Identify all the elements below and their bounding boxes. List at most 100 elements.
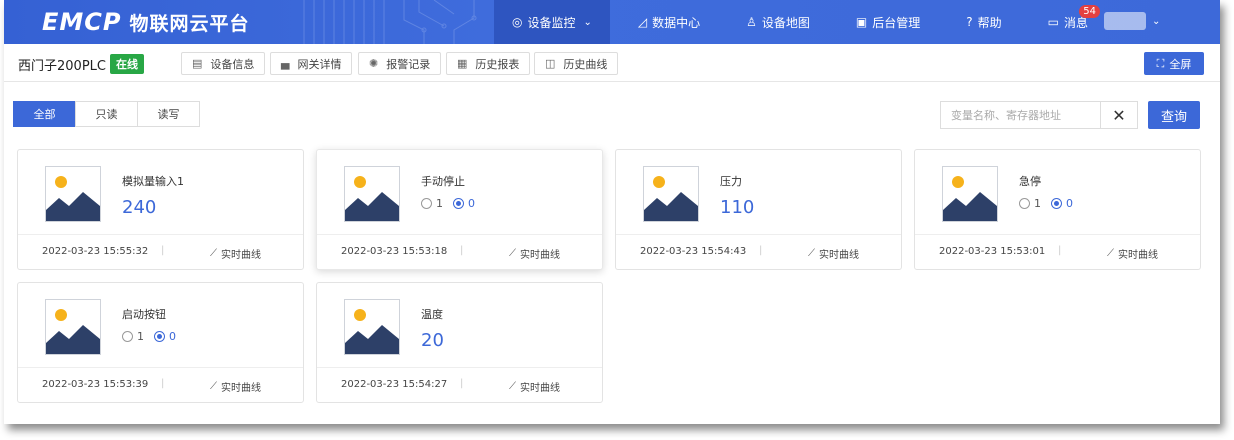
- sub-button-label: 历史报表: [475, 57, 520, 71]
- close-icon: ✕: [1112, 105, 1126, 125]
- sub-button-0[interactable]: ▤ 设备信息: [181, 52, 266, 75]
- nav-item-4[interactable]: ? 帮助: [948, 0, 1019, 44]
- nav-item-2[interactable]: ♙ 设备地图: [728, 0, 828, 44]
- sub-button-2[interactable]: ✺ 报警记录: [358, 52, 442, 75]
- line-chart-icon: ⟋: [509, 381, 516, 392]
- device-name: 西门子200PLC: [18, 59, 106, 74]
- realtime-curve-label: 实时曲线: [520, 383, 560, 394]
- radio-option[interactable]: 1: [1019, 197, 1041, 210]
- nav-item-1[interactable]: ◿ 数据中心: [620, 0, 718, 44]
- radio-label: 0: [169, 330, 176, 343]
- timestamp: 2022-03-23 15:54:43: [640, 246, 747, 257]
- variable-card[interactable]: 压力 110 2022-03-23 15:54:43 | ⟋ 实时曲线: [615, 149, 902, 270]
- nav-item-0[interactable]: ◎ 设备监控 ⌄: [494, 0, 610, 44]
- sub-button-label: 历史曲线: [563, 57, 608, 71]
- radio-label: 0: [468, 197, 475, 210]
- fullscreen-label: 全屏: [1169, 57, 1192, 71]
- variable-name: 压力: [720, 175, 742, 188]
- clear-button[interactable]: ✕: [1100, 101, 1138, 129]
- sub-button-label: 网关详情: [297, 57, 342, 71]
- realtime-curve-link[interactable]: ⟋ 实时曲线: [1107, 246, 1158, 261]
- divider: |: [460, 245, 464, 256]
- switch-radio-group: 10: [1019, 197, 1083, 210]
- variable-card[interactable]: 手动停止 1 0 2022-03-23 15:53:18 | ⟋ 实时曲线: [316, 149, 603, 270]
- timestamp: 2022-03-23 15:53:39: [42, 379, 149, 390]
- variable-name: 手动停止: [421, 175, 465, 188]
- timestamp: 2022-03-23 15:55:32: [42, 246, 149, 257]
- circuit-decoration: [303, 0, 477, 44]
- status-badge: 在线: [110, 54, 144, 74]
- image-placeholder-icon: [45, 166, 101, 222]
- realtime-curve-link[interactable]: ⟋ 实时曲线: [210, 246, 261, 261]
- switch-radio-group: 10: [122, 330, 186, 343]
- filter-tab-2[interactable]: 读写: [137, 101, 200, 127]
- platform-name: 物联网云平台: [129, 12, 250, 35]
- image-placeholder-icon: [643, 166, 699, 222]
- radio-option[interactable]: 0: [154, 330, 176, 343]
- realtime-curve-link[interactable]: ⟋ 实时曲线: [509, 379, 560, 394]
- line-chart-icon: ⟋: [210, 381, 217, 392]
- card-footer: 2022-03-23 15:53:18 | ⟋ 实时曲线: [317, 234, 602, 269]
- variable-card[interactable]: 模拟量输入1 240 2022-03-23 15:55:32 | ⟋ 实时曲线: [17, 149, 304, 270]
- fullscreen-button[interactable]: ⛶ 全屏: [1144, 52, 1204, 75]
- divider: |: [161, 245, 165, 256]
- nav-menu: ◎ 设备监控 ⌄ ◿ 数据中心 ♙ 设备地图 ▣ 后台管理? 帮助 ▭ 消息 54: [494, 0, 1106, 44]
- card-footer: 2022-03-23 15:54:27 | ⟋ 实时曲线: [317, 367, 602, 402]
- search-input[interactable]: [940, 101, 1100, 129]
- chevron-down-icon: ⌄: [1152, 15, 1161, 27]
- person-pin-icon: ♙: [746, 15, 757, 29]
- radio-label: 1: [436, 197, 443, 210]
- line-chart-icon: ⟋: [509, 248, 516, 259]
- variable-name: 模拟量输入1: [122, 175, 184, 188]
- divider: |: [161, 378, 165, 389]
- realtime-curve-label: 实时曲线: [520, 250, 560, 261]
- variable-value: 20: [421, 330, 444, 351]
- expand-icon: ⛶: [1156, 56, 1165, 70]
- realtime-curve-label: 实时曲线: [221, 250, 261, 261]
- realtime-curve-link[interactable]: ⟋ 实时曲线: [210, 379, 261, 394]
- timestamp: 2022-03-23 15:53:18: [341, 246, 448, 257]
- image-placeholder-icon: [942, 166, 998, 222]
- sub-button-label: 报警记录: [386, 57, 431, 71]
- line-chart-icon: ⟋: [1107, 248, 1114, 259]
- variable-card[interactable]: 急停 1 0 2022-03-23 15:53:01 | ⟋ 实时曲线: [914, 149, 1201, 270]
- radio-circle-icon: [421, 198, 432, 209]
- line-chart-icon: ⟋: [808, 248, 815, 259]
- logo[interactable]: EMCP 物联网云平台: [42, 8, 250, 36]
- message-count-badge: 54: [1079, 5, 1101, 18]
- radio-option[interactable]: 1: [122, 330, 144, 343]
- filter-tabs: 全部 只读 读写: [13, 101, 200, 127]
- message-icon: ▭: [1047, 15, 1060, 29]
- sub-button-1[interactable]: ▄ 网关详情: [270, 52, 353, 75]
- divider: |: [460, 378, 464, 389]
- image-placeholder-icon: [344, 299, 400, 355]
- sub-button-4[interactable]: ◫ 历史曲线: [534, 52, 619, 75]
- radio-label: 0: [1066, 197, 1073, 210]
- filter-tab-0[interactable]: 全部: [13, 101, 76, 127]
- radio-option[interactable]: 0: [1051, 197, 1073, 210]
- query-button[interactable]: 查询: [1148, 101, 1200, 129]
- sub-button-3[interactable]: ▦ 历史报表: [446, 52, 531, 75]
- info-card-icon: ▤: [192, 57, 203, 70]
- nav-item-3[interactable]: ▣ 后台管理: [838, 0, 938, 44]
- app-window: EMCP 物联网云平台 ◎ 设备监控 ⌄ ◿ 数据中心 ♙ 设备地图 ▣ 后台管理? 帮助 ▭ 消息 5…: [4, 0, 1220, 424]
- realtime-curve-label: 实时曲线: [221, 383, 261, 394]
- radio-option[interactable]: 0: [453, 197, 475, 210]
- help-icon: ?: [966, 15, 973, 29]
- nav-item-label: 设备地图: [761, 15, 810, 30]
- nav-item-5[interactable]: ▭ 消息 54: [1030, 0, 1106, 44]
- radio-label: 1: [1034, 197, 1041, 210]
- filter-tab-1[interactable]: 只读: [75, 101, 138, 127]
- variable-card[interactable]: 温度 20 2022-03-23 15:54:27 | ⟋ 实时曲线: [316, 282, 603, 403]
- radio-option[interactable]: 1: [421, 197, 443, 210]
- realtime-curve-link[interactable]: ⟋ 实时曲线: [808, 246, 859, 261]
- image-placeholder-icon: [45, 299, 101, 355]
- variable-value: 110: [720, 197, 755, 218]
- variable-card[interactable]: 启动按钮 1 0 2022-03-23 15:53:39 | ⟋ 实时曲线: [17, 282, 304, 403]
- realtime-curve-link[interactable]: ⟋ 实时曲线: [509, 246, 560, 261]
- user-menu[interactable]: ⌄: [1104, 12, 1160, 30]
- timestamp: 2022-03-23 15:54:27: [341, 379, 448, 390]
- nav-item-label: 帮助: [977, 15, 1002, 30]
- radio-circle-icon: [154, 331, 165, 342]
- alarm-icon: ✺: [369, 57, 379, 70]
